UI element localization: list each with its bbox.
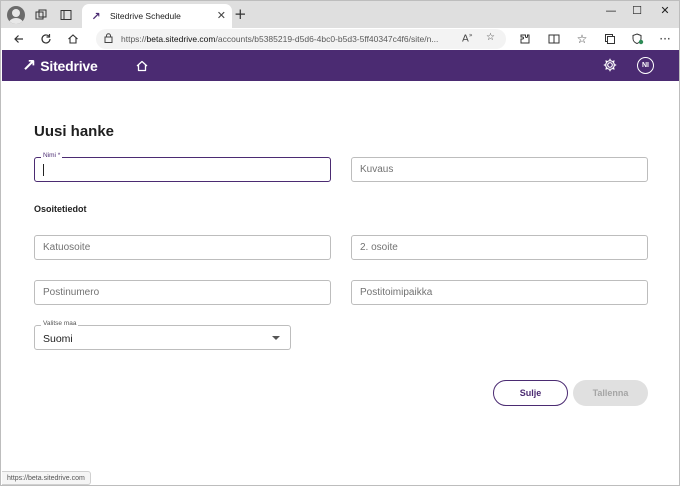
- page-title: Uusi hanke: [34, 123, 115, 140]
- home-browser-icon[interactable]: [63, 30, 83, 48]
- sitedrive-logo[interactable]: ↗ Sitedrive: [22, 56, 98, 76]
- tab-close-icon[interactable]: ✕: [217, 9, 226, 22]
- new-tab-icon[interactable]: +: [234, 5, 247, 23]
- split-screen-icon[interactable]: [544, 30, 564, 48]
- more-menu-icon[interactable]: ···: [655, 30, 675, 48]
- home-icon[interactable]: [135, 58, 149, 72]
- dropdown-arrow-icon[interactable]: [272, 336, 280, 340]
- address2-input[interactable]: [360, 239, 639, 256]
- postal-code-input[interactable]: [43, 284, 322, 301]
- tab-sitedrive-schedule[interactable]: ↗ Sitedrive Schedule ✕: [82, 4, 232, 28]
- url-prefix: https://: [121, 34, 147, 44]
- collections-icon[interactable]: [600, 30, 620, 48]
- status-bar-url: https://beta.sitedrive.com: [2, 471, 91, 485]
- back-arrow-icon[interactable]: [9, 30, 29, 48]
- read-aloud-icon[interactable]: A»: [462, 32, 473, 44]
- name-label: Nimi *: [41, 152, 63, 159]
- close-button[interactable]: Sulje: [493, 380, 568, 406]
- minimize-icon[interactable]: —: [599, 4, 623, 17]
- navigation-bar: https://beta.sitedrive.com/accounts/b538…: [1, 28, 679, 50]
- tab-strip: ↗ Sitedrive Schedule ✕ + — ☐ ✕: [1, 1, 679, 28]
- sitedrive-favicon-icon: ↗: [91, 9, 101, 23]
- app-header: ↗ Sitedrive NI: [2, 50, 679, 81]
- city-input[interactable]: [360, 284, 639, 301]
- name-input[interactable]: [43, 161, 322, 178]
- maximize-icon[interactable]: ☐: [625, 4, 649, 17]
- extensions-icon[interactable]: [515, 30, 535, 48]
- city-field[interactable]: [351, 280, 648, 305]
- address-bar[interactable]: https://beta.sitedrive.com/accounts/b538…: [96, 29, 506, 49]
- country-select[interactable]: Valitse maa Suomi: [34, 320, 291, 350]
- save-button[interactable]: Tallenna: [573, 380, 648, 406]
- browser-essentials-icon[interactable]: [627, 30, 647, 48]
- tab-title: Sitedrive Schedule: [110, 11, 181, 21]
- url-text: https://beta.sitedrive.com/accounts/b538…: [121, 34, 451, 44]
- favorites-icon[interactable]: ☆: [572, 30, 592, 48]
- postal-code-field[interactable]: [34, 280, 331, 305]
- vertical-tabs-icon[interactable]: [55, 5, 77, 25]
- profile-avatar[interactable]: [7, 6, 25, 24]
- lock-icon[interactable]: [104, 32, 113, 46]
- country-value: Suomi: [43, 333, 73, 345]
- street-input[interactable]: [43, 239, 322, 256]
- window-close-icon[interactable]: ✕: [653, 4, 677, 17]
- address-section-title: Osoitetiedot: [34, 204, 87, 214]
- street-field[interactable]: [34, 235, 331, 260]
- sitedrive-logo-icon: ↗: [22, 56, 37, 76]
- url-host: beta.sitedrive.com: [146, 34, 216, 44]
- gear-icon[interactable]: [602, 57, 618, 73]
- description-field[interactable]: [351, 157, 648, 182]
- name-field[interactable]: Nimi *: [34, 152, 331, 182]
- description-input[interactable]: [360, 161, 639, 178]
- user-avatar[interactable]: NI: [637, 57, 654, 74]
- url-path: /accounts/b5385219-d5d6-4bc0-b5d3-5ff403…: [215, 34, 439, 44]
- country-label: Valitse maa: [41, 320, 79, 327]
- address2-field[interactable]: [351, 235, 648, 260]
- browser-window: ↗ Sitedrive Schedule ✕ + — ☐ ✕ https://b…: [0, 0, 680, 486]
- favorite-star-icon[interactable]: ☆: [486, 32, 495, 43]
- refresh-icon[interactable]: [36, 30, 56, 48]
- workspaces-icon[interactable]: [30, 5, 52, 25]
- brand-name: Sitedrive: [40, 58, 98, 74]
